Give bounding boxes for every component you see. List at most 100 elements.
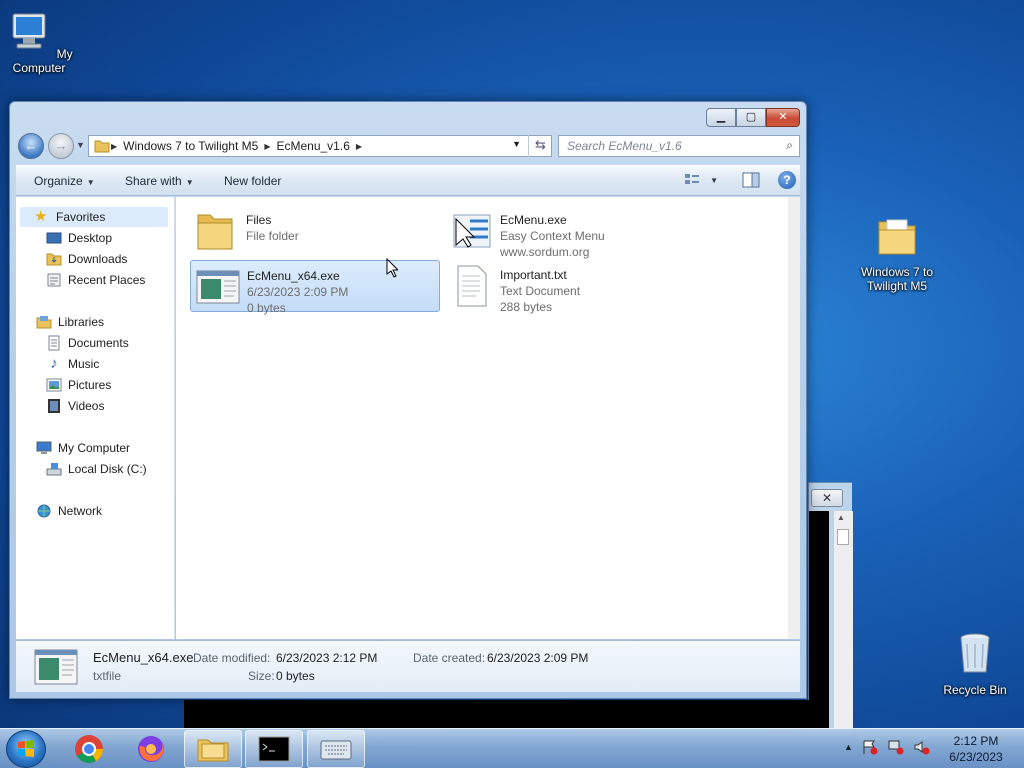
file-item-ecmenu[interactable]: EcMenu.exe Easy Context Menu www.sordum.… [444, 205, 694, 259]
command-prompt-icon [258, 736, 290, 762]
file-item-ecmenu-x64[interactable]: EcMenu_x64.exe 6/23/2023 2:09 PM 0 bytes [190, 260, 440, 315]
close-button[interactable]: ✕ [766, 108, 800, 127]
taskbar-explorer[interactable] [184, 730, 242, 768]
clock-time: 2:12 PM [953, 734, 999, 748]
nav-local-disk[interactable]: Local Disk (C:) [46, 461, 147, 477]
nav-network[interactable]: Network [36, 503, 102, 519]
console-close-button[interactable]: ✕ [811, 489, 843, 507]
taskbar-firefox[interactable] [122, 730, 180, 768]
star-icon: ★ [34, 208, 48, 225]
desktop-icon-twilight-folder[interactable]: Windows 7 to Twilight M5 [854, 212, 940, 293]
recent-pages-dropdown[interactable]: ▼ [76, 140, 85, 150]
console-window[interactable]: ✕ ▲ [808, 482, 853, 730]
nav-label: Libraries [58, 315, 105, 329]
minimize-button[interactable]: ▁ [706, 108, 736, 127]
nav-label: My Computer [58, 441, 131, 455]
details-modified-value: 6/23/2023 2:12 PM [276, 651, 378, 665]
nav-favorites[interactable]: ★ Favorites [20, 207, 168, 227]
change-view-icon[interactable] [684, 173, 700, 187]
file-meta: 288 bytes [500, 300, 553, 314]
file-name: EcMenu.exe [500, 213, 567, 227]
nav-documents[interactable]: Documents [46, 335, 129, 351]
details-created-label: Date created: [413, 651, 486, 665]
refresh-icon[interactable]: ⇆ [528, 135, 552, 157]
file-meta: 0 bytes [247, 301, 286, 315]
downloads-folder-icon [46, 253, 62, 266]
explorer-window: ▁ ▢ ✕ ← → ▼ ▶ Windows 7 to Twilight M5 ▶… [9, 101, 807, 699]
keyboard-icon [320, 740, 352, 760]
address-dropdown-icon[interactable]: ▼ [512, 139, 521, 149]
back-button[interactable]: ← [18, 133, 44, 159]
nav-recent-places[interactable]: Recent Places [46, 272, 145, 288]
nav-downloads[interactable]: Downloads [46, 251, 127, 267]
details-file-type: txtfile [93, 669, 122, 683]
breadcrumb-arrow-icon[interactable]: ▶ [110, 142, 118, 151]
breadcrumb-item[interactable]: Windows 7 to Twilight M5 [118, 139, 263, 153]
network-icon [37, 504, 51, 518]
desktop-icon-label: Windows 7 to Twilight M5 [860, 265, 934, 293]
nav-label: Recent Places [68, 273, 146, 287]
nav-videos[interactable]: Videos [46, 398, 104, 414]
nav-label: Desktop [68, 231, 113, 245]
nav-desktop[interactable]: Desktop [46, 230, 112, 246]
breadcrumb-arrow-icon[interactable]: ▶ [263, 142, 271, 151]
console-scrollbar[interactable]: ▲ [833, 511, 853, 729]
network-status-icon[interactable] [887, 739, 905, 755]
file-item-important-txt[interactable]: Important.txt Text Document 288 bytes [444, 260, 694, 314]
taskbar-chrome[interactable] [60, 730, 118, 768]
maximize-button[interactable]: ▢ [736, 108, 766, 127]
address-bar[interactable]: ▶ Windows 7 to Twilight M5 ▶ EcMenu_v1.6… [88, 135, 552, 157]
desktop-icon-my-computer[interactable]: My Computer [0, 8, 82, 75]
view-options-chevron-icon[interactable]: ▼ [710, 176, 718, 185]
file-meta: Easy Context Menu [500, 229, 605, 243]
view-controls: ▼ ? [684, 171, 796, 189]
search-placeholder: Search EcMenu_v1.6 [567, 139, 682, 153]
forward-button[interactable]: → [48, 133, 74, 159]
show-hidden-icons-button[interactable]: ▲ [844, 742, 853, 752]
taskbar: ▲ 2:12 PM 6/23/2023 [0, 728, 1024, 768]
clock[interactable]: 2:12 PM 6/23/2023 [942, 733, 1010, 765]
action-center-flag-icon[interactable] [861, 739, 879, 755]
nav-label: Documents [68, 336, 129, 350]
file-item-files-folder[interactable]: Files File folder [190, 205, 440, 257]
scroll-up-icon[interactable]: ▲ [837, 513, 845, 522]
scroll-thumb[interactable] [837, 529, 849, 545]
start-button[interactable] [6, 730, 46, 768]
desktop-icon [46, 232, 62, 244]
desktop-icon-recycle-bin[interactable]: Recycle Bin [932, 630, 1018, 697]
nav-my-computer[interactable]: My Computer [36, 440, 130, 456]
organize-button[interactable]: Organize ▼ [34, 174, 95, 188]
libraries-icon [36, 316, 52, 329]
taskbar-command-prompt[interactable] [245, 730, 303, 768]
details-modified-label: Date modified: [193, 651, 271, 665]
ecmenu-app-icon [453, 214, 491, 248]
share-with-button[interactable]: Share with ▼ [125, 174, 194, 188]
preview-pane-icon[interactable] [742, 172, 760, 188]
taskbar-on-screen-keyboard[interactable] [307, 730, 365, 768]
console-body [809, 511, 829, 729]
desktop-icon-label: Recycle Bin [943, 683, 1007, 697]
search-icon[interactable]: ⌕ [786, 138, 793, 153]
volume-muted-icon[interactable] [913, 739, 931, 755]
file-meta: 6/23/2023 2:09 PM [247, 285, 349, 299]
nav-libraries[interactable]: Libraries [36, 314, 104, 330]
file-name: Files [246, 213, 272, 227]
details-size-label: Size: [248, 669, 275, 683]
chevron-down-icon: ▼ [185, 178, 194, 187]
nav-music[interactable]: ♪ Music [46, 356, 99, 372]
help-icon[interactable]: ? [778, 171, 796, 189]
nav-pictures[interactable]: Pictures [46, 377, 111, 393]
content-scrollbar[interactable] [788, 197, 800, 639]
nav-label: Local Disk (C:) [68, 462, 147, 476]
navigation-row: ← → ▼ ▶ Windows 7 to Twilight M5 ▶ EcMen… [16, 132, 800, 160]
folder-icon [94, 140, 110, 153]
search-input[interactable]: Search EcMenu_v1.6 ⌕ [558, 135, 800, 157]
breadcrumb-item[interactable]: EcMenu_v1.6 [271, 139, 354, 153]
computer-icon [36, 441, 52, 454]
documents-icon [48, 335, 60, 351]
chrome-icon [75, 735, 103, 763]
nav-label: Network [58, 504, 103, 518]
new-folder-button[interactable]: New folder [224, 174, 281, 188]
breadcrumb-arrow-icon[interactable]: ▶ [355, 142, 363, 151]
file-list: Files File folder EcMenu.exe Easy Contex… [176, 197, 788, 639]
